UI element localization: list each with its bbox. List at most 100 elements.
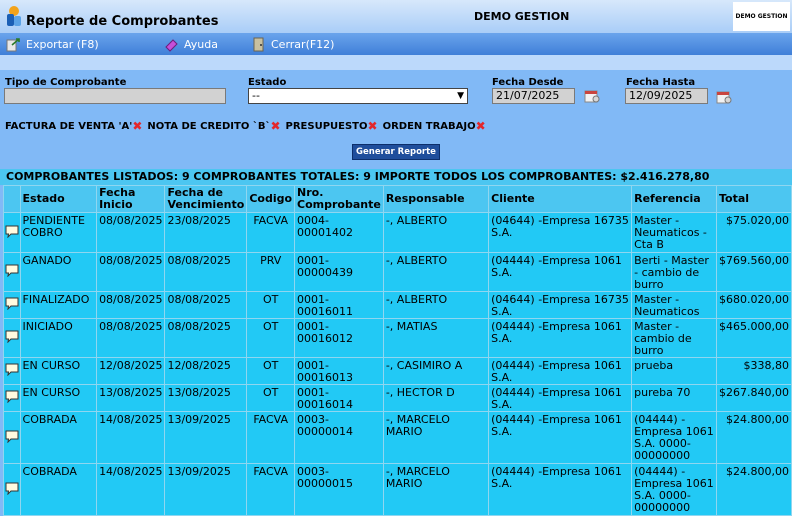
header-total[interactable]: Total <box>715 185 792 213</box>
summary-bar: COMPROBANTES LISTADOS: 9 COMPROBANTES TO… <box>0 169 792 185</box>
estado-cell: COBRADA <box>19 463 98 516</box>
export-button[interactable]: Exportar (F8) <box>6 36 99 52</box>
row-detail-cell[interactable] <box>3 212 21 253</box>
cliente-cell: (04444) -Empresa 1061 S.A. <box>488 252 633 292</box>
row-detail-cell[interactable] <box>3 411 21 464</box>
fecha-hasta-field[interactable]: 12/09/2025 <box>625 88 708 104</box>
fecha-hasta-label: Fecha Hasta <box>626 77 696 88</box>
fecha-desde-field[interactable]: 21/07/2025 <box>492 88 575 104</box>
codigo-cell: OT <box>246 357 296 385</box>
row-detail-cell[interactable] <box>3 291 21 319</box>
comment-icon[interactable] <box>5 363 19 377</box>
tipo-comprobante-field[interactable] <box>4 88 226 104</box>
type-label-presupuesto: PRESUPUESTO <box>285 120 368 132</box>
responsable-cell: -, ALBERTO <box>382 252 490 292</box>
export-icon <box>6 37 20 51</box>
calendar-desde-icon[interactable] <box>584 88 600 104</box>
comment-icon[interactable] <box>5 225 19 238</box>
total-cell: $24.800,00 <box>715 411 792 464</box>
header-icon-column <box>3 185 21 213</box>
header-nro-comprobante[interactable]: Nro. Comprobante <box>294 185 384 213</box>
generate-report-button[interactable]: Generar Reporte <box>352 144 440 160</box>
table-row[interactable]: COBRADA 14/08/2025 13/09/2025 FACVA 0003-000… <box>3 411 792 464</box>
fecha-inicio-cell: 14/08/2025 <box>96 411 166 464</box>
estado-cell: FINALIZADO <box>19 291 98 319</box>
estado-cell: COBRADA <box>19 411 98 464</box>
referencia-cell: (04444) - Empresa 1061 S.A. 0000-0000000… <box>631 463 717 516</box>
estado-cell: GANADO <box>19 252 98 292</box>
comment-icon[interactable] <box>5 297 19 311</box>
title-bar: Reporte de Comprobantes DEMO GESTION DEM… <box>0 0 792 33</box>
cliente-cell: (04444) -Empresa 1061 S.A. <box>488 384 633 412</box>
chevron-down-icon: ▼ <box>457 91 464 101</box>
referencia-cell: Master - cambio de burro <box>631 318 717 358</box>
table-row[interactable]: PENDIENTE COBRO 08/08/2025 23/08/2025 FACVA… <box>3 212 792 253</box>
row-detail-cell[interactable] <box>3 463 21 516</box>
table-row[interactable]: EN CURSO 12/08/2025 12/08/2025 OT 0001-00016… <box>3 357 792 385</box>
codigo-cell: PRV <box>246 252 296 292</box>
total-cell: $769.560,00 <box>715 252 792 292</box>
referencia-cell: (04444) - Empresa 1061 S.A. 0000-0000000… <box>631 411 717 464</box>
total-cell: $680.020,00 <box>715 291 792 319</box>
row-detail-cell[interactable] <box>3 318 21 358</box>
fecha-vencimiento-cell: 08/08/2025 <box>164 318 248 358</box>
codigo-cell: OT <box>246 291 296 319</box>
header-referencia[interactable]: Referencia <box>631 185 717 213</box>
codigo-cell: FACVA <box>246 411 296 464</box>
responsable-cell: -, ALBERTO <box>382 291 490 319</box>
total-cell: $267.840,00 <box>715 384 792 412</box>
codigo-cell: OT <box>246 384 296 412</box>
table-row[interactable]: FINALIZADO 08/08/2025 08/08/2025 OT 0001-000… <box>3 291 792 319</box>
export-label: Exportar (F8) <box>26 37 99 51</box>
responsable-cell: -, HECTOR D <box>382 384 490 412</box>
menu-separator <box>0 55 792 70</box>
comment-icon[interactable] <box>5 430 19 443</box>
row-detail-cell[interactable] <box>3 357 21 385</box>
fecha-inicio-cell: 08/08/2025 <box>96 291 166 319</box>
nro-comprobante-cell: 0004-00001402 <box>294 212 384 253</box>
header-fecha-inicio[interactable]: Fecha Inicio <box>96 185 166 213</box>
codigo-cell: FACVA <box>246 463 296 516</box>
estado-cell: EN CURSO <box>19 384 98 412</box>
fecha-vencimiento-cell: 13/09/2025 <box>164 463 248 516</box>
comment-icon[interactable] <box>5 264 19 278</box>
help-label: Ayuda <box>184 37 218 51</box>
header-estado[interactable]: Estado <box>19 185 98 213</box>
row-detail-cell[interactable] <box>3 384 21 412</box>
comment-icon[interactable] <box>5 330 19 344</box>
total-cell: $75.020,00 <box>715 212 792 253</box>
table-row[interactable]: INICIADO 08/08/2025 08/08/2025 OT 0001-00016… <box>3 318 792 358</box>
table-row[interactable]: GANADO 08/08/2025 08/08/2025 PRV 0001-000004… <box>3 252 792 292</box>
nro-comprobante-cell: 0001-00016014 <box>294 384 384 412</box>
fecha-inicio-cell: 14/08/2025 <box>96 463 166 516</box>
header-codigo[interactable]: Codigo <box>246 185 296 213</box>
type-label-nota-credito: NOTA DE CREDITO `B` <box>147 120 271 132</box>
remove-type-icon[interactable]: ✖ <box>368 119 378 133</box>
header-responsable[interactable]: Responsable <box>382 185 490 213</box>
nro-comprobante-cell: 0003-00000014 <box>294 411 384 464</box>
menu-bar: Exportar (F8) Ayuda Cerrar(F12) <box>0 33 792 55</box>
calendar-hasta-icon[interactable] <box>716 89 732 105</box>
header-cliente[interactable]: Cliente <box>488 185 633 213</box>
remove-type-icon[interactable]: ✖ <box>270 119 280 133</box>
row-detail-cell[interactable] <box>3 252 21 292</box>
estado-cell: PENDIENTE COBRO <box>19 212 98 253</box>
table-row[interactable]: COBRADA 14/08/2025 13/09/2025 FACVA 0003-000… <box>3 463 792 516</box>
estado-select[interactable]: -- ▼ <box>248 88 468 104</box>
responsable-cell: -, MARCELO MARIO <box>382 411 490 464</box>
total-cell: $465.000,00 <box>715 318 792 358</box>
nro-comprobante-cell: 0001-00016012 <box>294 318 384 358</box>
codigo-cell: FACVA <box>246 212 296 253</box>
comment-icon[interactable] <box>5 390 19 404</box>
estado-label: Estado <box>248 77 287 88</box>
remove-type-icon[interactable]: ✖ <box>132 119 142 133</box>
cliente-cell: (04444) -Empresa 1061 S.A. <box>488 463 633 516</box>
table-row[interactable]: EN CURSO 13/08/2025 13/08/2025 OT 0001-00016… <box>3 384 792 412</box>
remove-type-icon[interactable]: ✖ <box>476 119 486 133</box>
fecha-inicio-cell: 08/08/2025 <box>96 318 166 358</box>
header-fecha-vencimiento[interactable]: Fecha de Vencimiento <box>164 185 248 213</box>
help-button[interactable]: Ayuda <box>164 36 218 52</box>
fecha-inicio-cell: 08/08/2025 <box>96 212 166 253</box>
type-label-factura: FACTURA DE VENTA 'A' <box>5 120 133 132</box>
close-button[interactable]: Cerrar(F12) <box>251 36 334 52</box>
